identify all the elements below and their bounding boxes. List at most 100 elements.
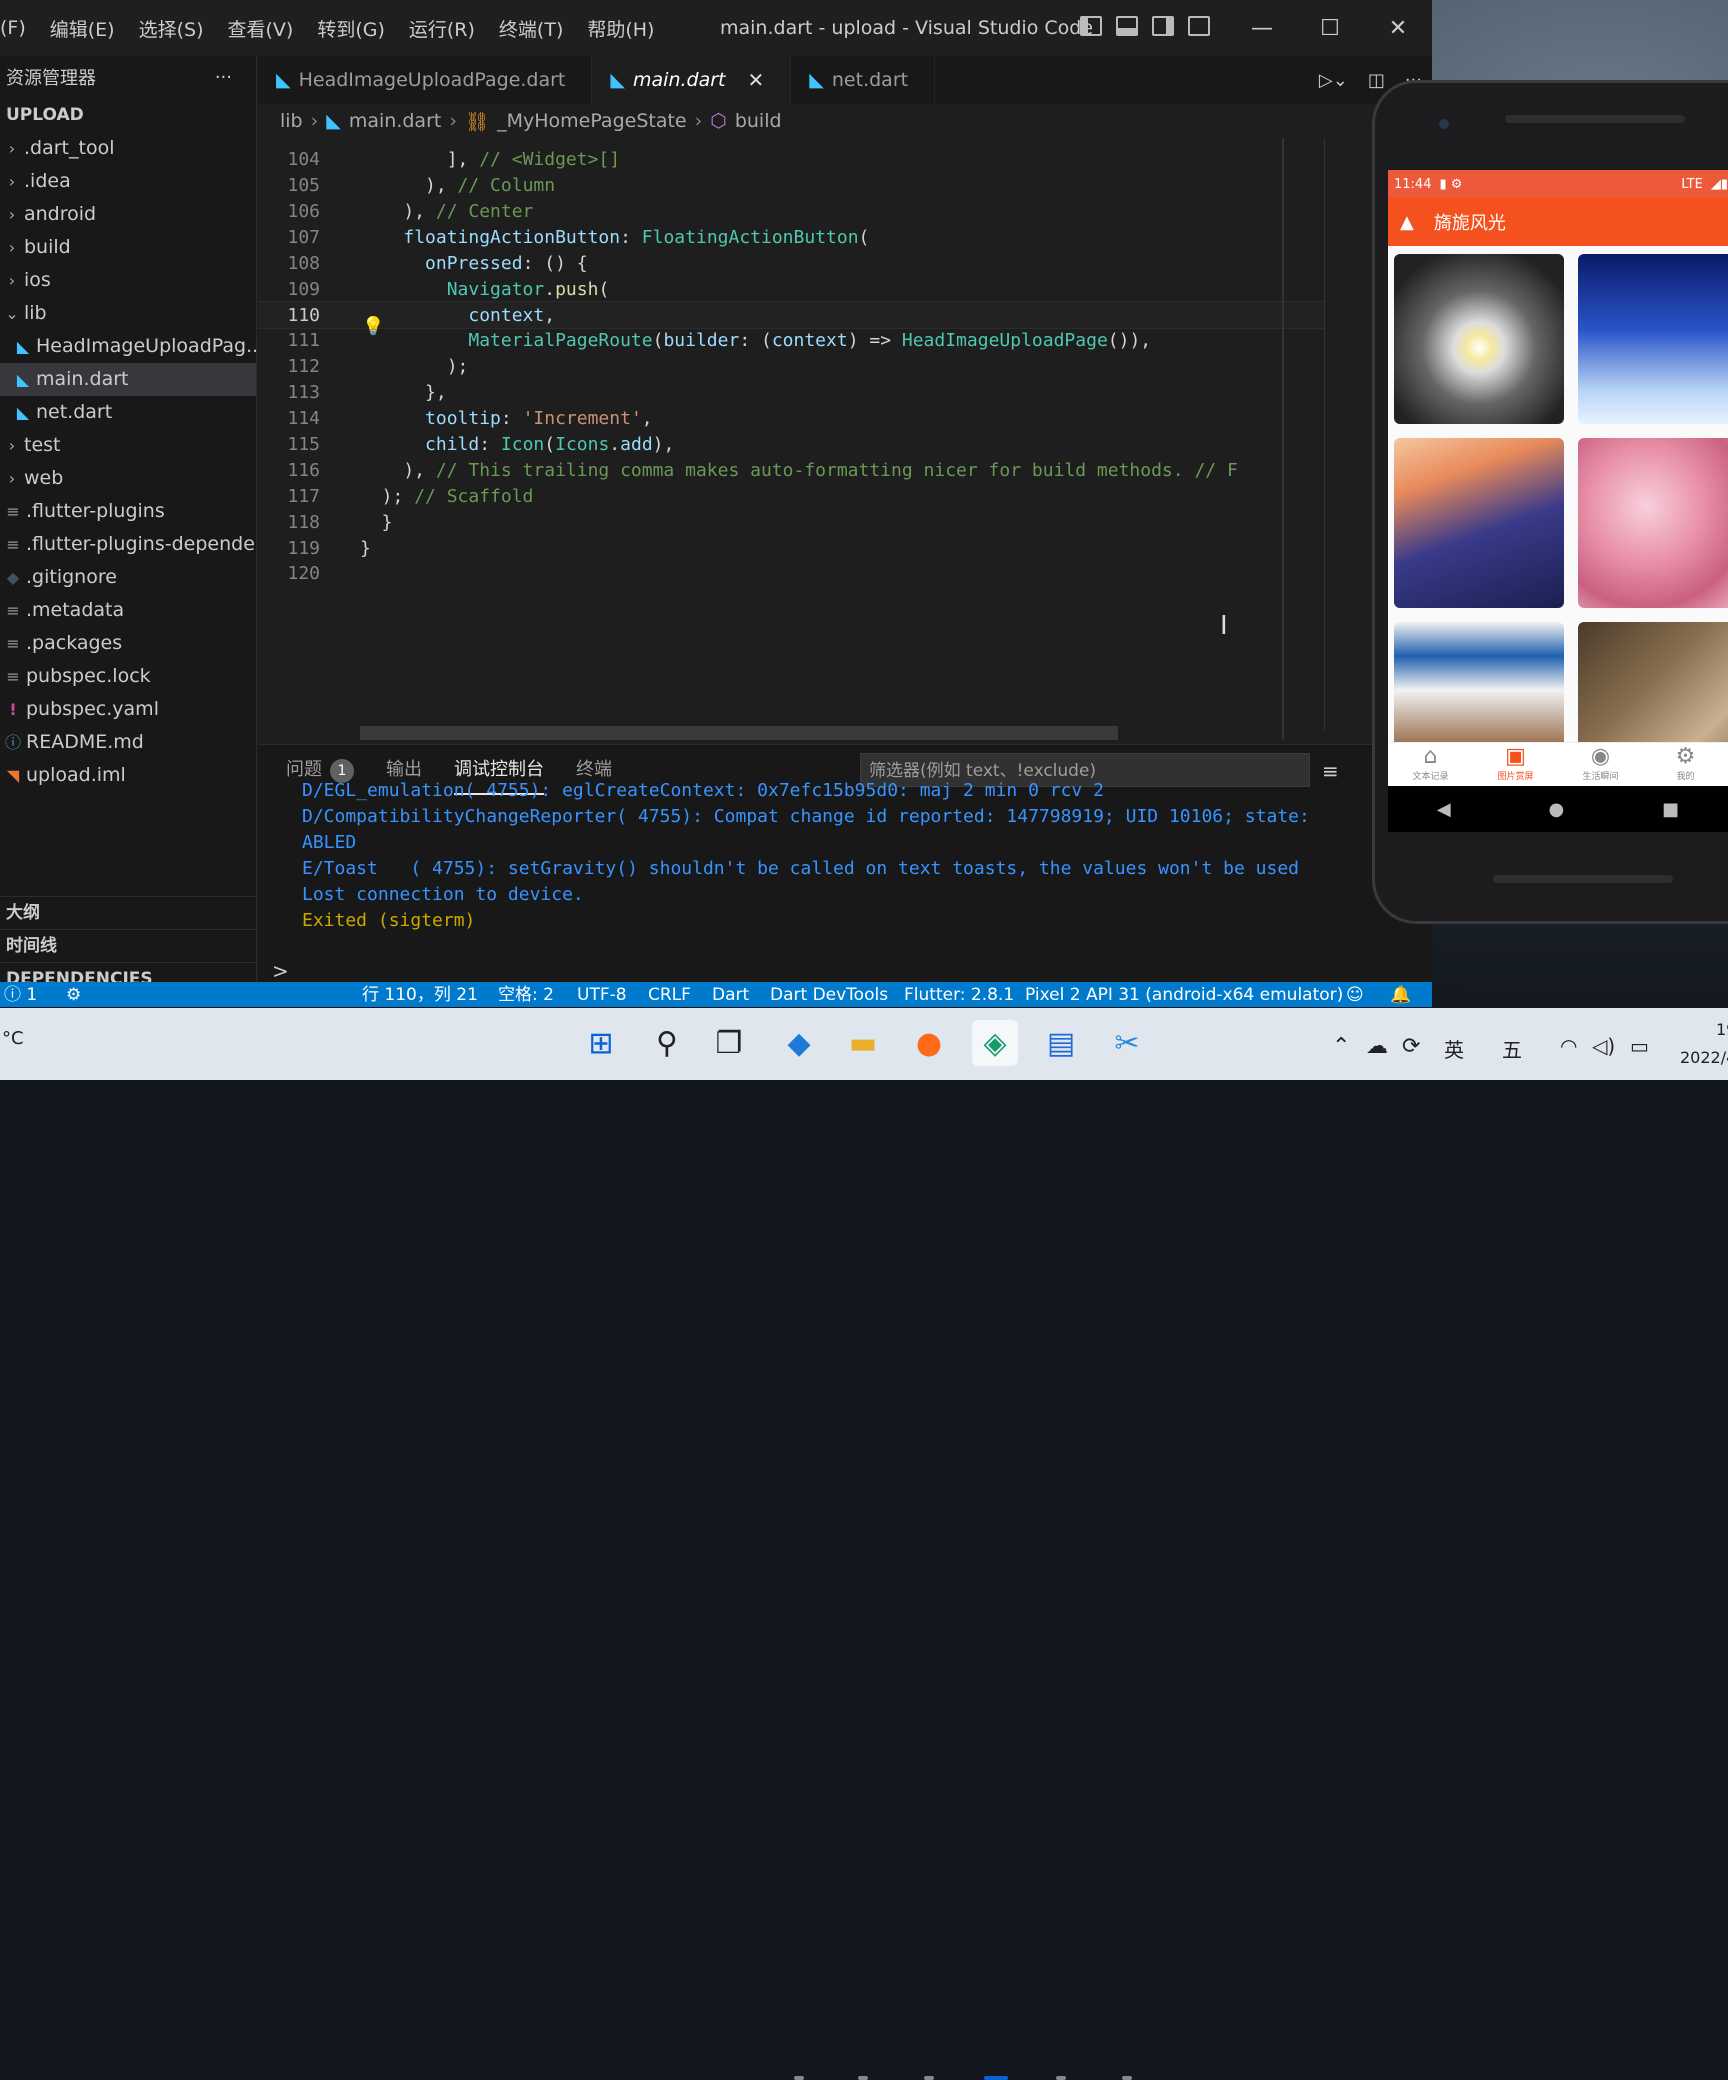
task-view-icon[interactable]: ❐ [706, 1020, 752, 1066]
explorer-item[interactable]: › .idea [0, 165, 256, 198]
weather-widget[interactable]: °C [2, 1028, 24, 1049]
recents-icon[interactable]: ■ [1662, 799, 1679, 820]
explorer-item[interactable]: › .dart_tool [0, 132, 256, 165]
home-button-icon[interactable]: ● [1549, 799, 1565, 820]
project-root[interactable]: UPLOAD [0, 98, 256, 132]
code-line[interactable]: 120 [258, 560, 1324, 588]
status-problems[interactable]: ⓘ 1 [4, 982, 37, 1007]
status-eol[interactable]: CRLF [648, 982, 691, 1007]
nav-mine[interactable]: ⚙ 我的 [1643, 743, 1728, 786]
sync-icon[interactable]: ⟳ [1402, 1034, 1420, 1059]
lightbulb-icon[interactable]: 💡 [362, 316, 384, 337]
timeline-section[interactable]: 时间线 [0, 929, 257, 962]
close-button[interactable]: ✕ [1364, 0, 1432, 56]
explorer-item[interactable]: ◆ .gitignore [0, 561, 256, 594]
horizontal-scrollbar[interactable] [360, 726, 1118, 740]
code-line[interactable]: 118 } [258, 509, 1324, 537]
feedback-icon[interactable]: ☺ [1346, 982, 1364, 1007]
explorer-item[interactable]: › android [0, 198, 256, 231]
menu-view[interactable]: 查看(V) [216, 15, 306, 42]
ime-mode[interactable]: 五 [1502, 1034, 1522, 1063]
toggle-panel-icon[interactable] [1116, 16, 1138, 36]
nav-life-moments[interactable]: ◉ 生活瞬间 [1558, 743, 1643, 786]
code-line[interactable]: 115 child: Icon(Icons.add), [258, 431, 1324, 459]
breadcrumb-lib[interactable]: lib [280, 110, 303, 132]
explorer-item[interactable]: ◥ upload.iml [0, 759, 256, 792]
status-encoding[interactable]: UTF-8 [577, 982, 627, 1007]
image-tile-blue-planet[interactable] [1578, 254, 1728, 424]
code-line[interactable]: 107 floatingActionButton: FloatingAction… [258, 224, 1324, 252]
explorer-item[interactable]: › ios [0, 264, 256, 297]
menu-help[interactable]: 帮助(H) [575, 15, 666, 42]
close-tab-icon[interactable]: ✕ [748, 68, 765, 92]
status-devtools[interactable]: Dart DevTools [770, 982, 888, 1007]
explorer-item[interactable]: ≡ .flutter-plugins-depende... [0, 528, 256, 561]
vscode-taskbar-icon[interactable]: ◆ [776, 1020, 822, 1066]
tab-net-dart[interactable]: ◣ net.dart [791, 56, 936, 104]
code-line[interactable]: 112 ); [258, 353, 1324, 381]
file-explorer-icon[interactable]: ▬ [840, 1020, 886, 1066]
explorer-item[interactable]: ≡ .flutter-plugins [0, 495, 256, 528]
more-actions-icon[interactable]: ··· [215, 67, 232, 88]
code-line[interactable]: 114 tooltip: 'Increment', [258, 405, 1324, 433]
menu-terminal[interactable]: 终端(T) [487, 15, 575, 42]
code-line[interactable]: 116 ), // This trailing comma makes auto… [258, 457, 1324, 485]
nav-text-record[interactable]: ⌂ 文本记录 [1388, 743, 1473, 786]
code-line[interactable]: 104 ], // <Widget>[] [258, 146, 1324, 174]
customize-layout-icon[interactable] [1188, 16, 1210, 36]
code-line[interactable]: 119} [258, 535, 1324, 563]
explorer-item[interactable]: ⌄ lib [0, 297, 256, 330]
code-line[interactable]: 105 ), // Column [258, 172, 1324, 200]
status-device[interactable]: Pixel 2 API 31 (android-x64 emulator) [1025, 982, 1343, 1007]
search-icon[interactable]: ⚲ [644, 1020, 690, 1066]
split-editor-icon[interactable]: ◫ [1368, 70, 1385, 91]
code-line[interactable]: 113 }, [258, 379, 1324, 407]
maximize-button[interactable]: ☐ [1296, 0, 1364, 56]
code-line[interactable]: 111 MaterialPageRoute(builder: (context)… [258, 327, 1324, 355]
cloud-icon[interactable]: ☁ [1366, 1034, 1388, 1059]
clock-hour[interactable]: 19 [1716, 1020, 1728, 1039]
menu-go[interactable]: 转到(G) [305, 15, 397, 42]
image-tile-mountain[interactable] [1394, 438, 1564, 608]
outline-section[interactable]: 大纲 [0, 896, 257, 929]
clear-console-icon[interactable]: ≡ [1322, 759, 1339, 783]
ime-language[interactable]: 英 [1444, 1034, 1464, 1063]
notifications-icon[interactable]: 🔔 [1390, 982, 1411, 1007]
code-editor[interactable]: 104 ], // <Widget>[] 105 ), // Column 106 … [258, 138, 1324, 730]
clock-date[interactable]: 2022/4 [1680, 1048, 1728, 1067]
code-line[interactable]: 106 ), // Center [258, 198, 1324, 226]
wifi-icon[interactable]: ◠ [1560, 1034, 1577, 1058]
menu-file[interactable]: (F) [0, 17, 38, 39]
image-tile-blossom[interactable] [1578, 438, 1728, 608]
breadcrumb-method[interactable]: build [735, 110, 782, 132]
status-position[interactable]: 行 110，列 21 [362, 982, 478, 1007]
toggle-sidebar-icon[interactable] [1080, 16, 1102, 36]
tab-headimageuploadpage[interactable]: ◣ HeadImageUploadPage.dart [258, 56, 593, 104]
breadcrumb-class[interactable]: _MyHomePageState [497, 110, 687, 132]
tab-main-dart[interactable]: ◣ main.dart ✕ [592, 56, 792, 104]
snipping-tool-icon[interactable]: ✂ [1104, 1020, 1150, 1066]
console-prompt[interactable]: > [272, 959, 289, 983]
explorer-item[interactable]: ◣ net.dart [0, 396, 256, 429]
explorer-item[interactable]: ◣ main.dart [0, 363, 256, 396]
explorer-item[interactable]: › web [0, 462, 256, 495]
volume-icon[interactable]: ◁) [1592, 1034, 1615, 1058]
explorer-item[interactable]: ◣ HeadImageUploadPag... [0, 330, 256, 363]
menu-selection[interactable]: 选择(S) [127, 15, 216, 42]
firefox-icon[interactable]: ● [906, 1020, 952, 1066]
explorer-item[interactable]: ≡ .packages [0, 627, 256, 660]
start-icon[interactable]: ⊞ [578, 1020, 624, 1066]
toggle-secondary-sidebar-icon[interactable] [1152, 16, 1174, 36]
code-line[interactable]: 110 context, [258, 301, 1324, 330]
chevron-up-icon[interactable]: ⌃ [1332, 1034, 1350, 1059]
explorer-item[interactable]: ⓘ README.md [0, 726, 256, 759]
explorer-item[interactable]: ≡ .metadata [0, 594, 256, 627]
debug-icon[interactable]: ⚙ [66, 982, 81, 1007]
minimize-button[interactable]: — [1228, 0, 1296, 56]
code-line[interactable]: 108 onPressed: () { [258, 250, 1324, 278]
menu-edit[interactable]: 编辑(E) [38, 15, 127, 42]
code-line[interactable]: 109 Navigator.push( [258, 276, 1324, 304]
run-debug-icon[interactable]: ▷⌄ [1319, 70, 1348, 91]
explorer-item[interactable]: › test [0, 429, 256, 462]
back-icon[interactable]: ◀ [1437, 799, 1451, 820]
